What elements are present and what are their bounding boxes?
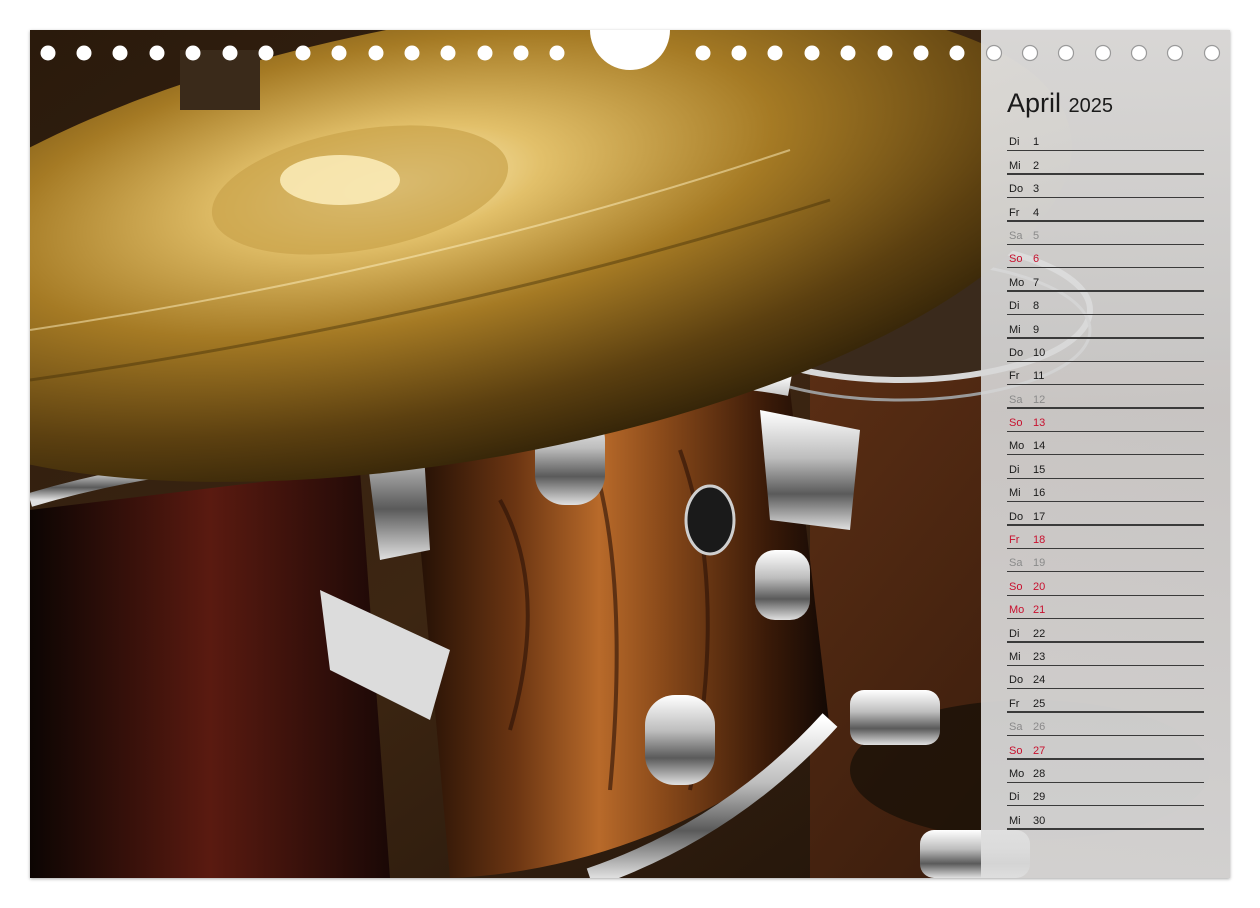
day-of-week: Fr — [1009, 370, 1020, 383]
day-of-week: Mo — [1009, 440, 1025, 453]
day-number: 20 — [1033, 580, 1046, 593]
day-of-week: Mo — [1009, 604, 1025, 617]
day-number: 17 — [1033, 510, 1046, 523]
day-number: 7 — [1033, 276, 1040, 289]
day-row: Fr 18 — [1007, 526, 1204, 550]
day-number: 26 — [1033, 721, 1046, 734]
day-row: Do 3 — [1007, 175, 1204, 199]
day-number: 18 — [1033, 534, 1046, 547]
day-row: Di 29 — [1007, 783, 1204, 807]
day-number: 2 — [1033, 159, 1040, 172]
day-of-week: Mi — [1009, 323, 1021, 336]
day-of-week: So — [1009, 580, 1023, 593]
day-row: Do 17 — [1007, 502, 1204, 526]
day-number: 8 — [1033, 300, 1040, 313]
day-row: Mo 28 — [1007, 760, 1204, 783]
day-of-week: Di — [1009, 627, 1020, 640]
day-row: Mi 2 — [1007, 151, 1204, 175]
day-of-week: Mi — [1009, 487, 1021, 500]
day-row: Fr 25 — [1007, 689, 1204, 713]
day-number: 4 — [1033, 206, 1040, 219]
day-number: 30 — [1033, 814, 1046, 827]
day-line — [1007, 828, 1204, 830]
day-of-week: So — [1009, 253, 1023, 266]
day-row: So 6 — [1007, 245, 1204, 269]
day-row: Di 15 — [1007, 455, 1204, 479]
day-row: So 13 — [1007, 409, 1204, 433]
day-of-week: Sa — [1009, 557, 1023, 570]
day-row: Sa 26 — [1007, 713, 1204, 737]
day-number: 16 — [1033, 487, 1046, 500]
day-of-week: Mi — [1009, 814, 1021, 827]
day-row: Mi 16 — [1007, 479, 1204, 503]
month-name: April — [1007, 88, 1062, 118]
day-row: Mo 7 — [1007, 268, 1204, 292]
day-number: 1 — [1033, 136, 1040, 149]
day-row: Mo 21 — [1007, 596, 1204, 620]
day-number: 15 — [1033, 463, 1046, 476]
day-number: 19 — [1033, 557, 1046, 570]
day-of-week: Mo — [1009, 276, 1025, 289]
day-number: 6 — [1033, 253, 1040, 266]
day-of-week: Sa — [1009, 721, 1023, 734]
day-of-week: Do — [1009, 346, 1024, 359]
day-number: 27 — [1033, 744, 1046, 757]
day-row: Fr 11 — [1007, 362, 1204, 386]
day-row: Sa 12 — [1007, 385, 1204, 409]
day-row: Mo 14 — [1007, 432, 1204, 456]
day-of-week: Fr — [1009, 697, 1020, 710]
day-of-week: So — [1009, 744, 1023, 757]
day-number: 29 — [1033, 791, 1046, 804]
day-row: So 27 — [1007, 736, 1204, 760]
day-number: 21 — [1033, 604, 1046, 617]
day-number: 24 — [1033, 674, 1046, 687]
day-number: 9 — [1033, 323, 1040, 336]
day-of-week: Sa — [1009, 393, 1023, 406]
day-number: 22 — [1033, 627, 1046, 640]
day-number: 12 — [1033, 393, 1046, 406]
day-row: Fr 4 — [1007, 198, 1204, 222]
day-of-week: Do — [1009, 674, 1024, 687]
day-number: 11 — [1033, 370, 1045, 383]
day-of-week: So — [1009, 417, 1023, 430]
day-row: Mi 9 — [1007, 315, 1204, 339]
day-row: Do 24 — [1007, 666, 1204, 690]
day-row: Do 10 — [1007, 339, 1204, 362]
day-number: 25 — [1033, 697, 1046, 710]
month-title: April 2025 — [1007, 88, 1113, 119]
calendar-page: April 2025 Di 1 Mi 2 Do 3 Fr 4 Sa 5 So 6 Mo 7 Di 8 Mi 9 Do… — [30, 30, 1230, 878]
day-row: Mi 30 — [1007, 806, 1204, 830]
day-number: 28 — [1033, 767, 1046, 780]
day-of-week: Fr — [1009, 534, 1020, 547]
day-of-week: Di — [1009, 300, 1020, 313]
day-of-week: Di — [1009, 136, 1020, 149]
day-of-week: Fr — [1009, 206, 1020, 219]
day-number: 14 — [1033, 440, 1046, 453]
day-number: 10 — [1033, 346, 1046, 359]
day-of-week: Mo — [1009, 767, 1025, 780]
day-of-week: Mi — [1009, 159, 1021, 172]
day-row: Di 22 — [1007, 619, 1204, 643]
day-number: 3 — [1033, 183, 1040, 196]
day-number: 13 — [1033, 417, 1046, 430]
day-row: Mi 23 — [1007, 643, 1204, 666]
day-number: 23 — [1033, 650, 1046, 663]
day-of-week: Di — [1009, 791, 1020, 804]
day-row: Di 8 — [1007, 292, 1204, 316]
day-number: 5 — [1033, 229, 1040, 242]
day-of-week: Do — [1009, 183, 1024, 196]
day-of-week: Mi — [1009, 650, 1021, 663]
day-list: Di 1 Mi 2 Do 3 Fr 4 Sa 5 So 6 Mo 7 Di 8 Mi 9 Do 10 Fr 11 Sa 12 S… — [1007, 128, 1204, 830]
day-of-week: Di — [1009, 463, 1020, 476]
day-row: Di 1 — [1007, 128, 1204, 152]
day-row: Sa 5 — [1007, 222, 1204, 245]
day-of-week: Do — [1009, 510, 1024, 523]
month-year: 2025 — [1068, 95, 1113, 117]
day-row: So 20 — [1007, 572, 1204, 596]
day-of-week: Sa — [1009, 229, 1023, 242]
day-row: Sa 19 — [1007, 549, 1204, 573]
